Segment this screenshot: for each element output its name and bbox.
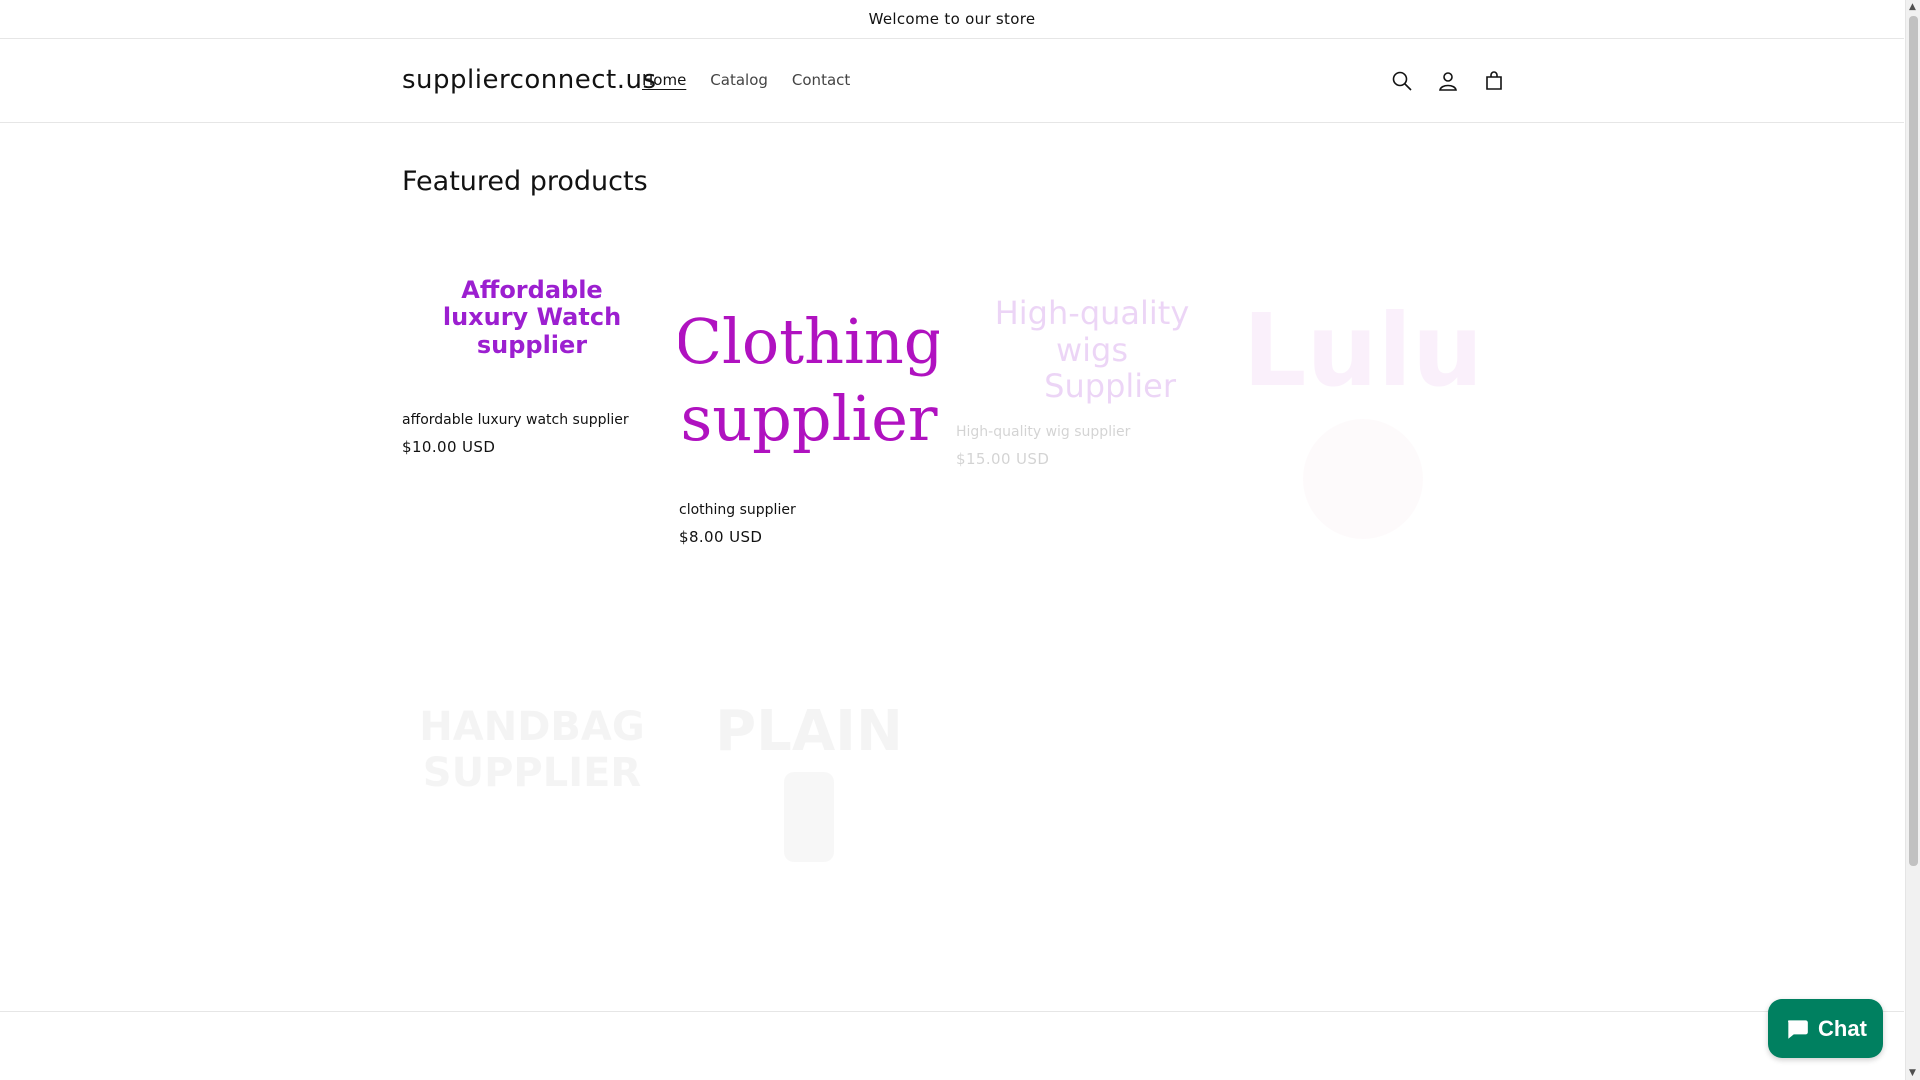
product-title[interactable]: affordable luxury watch supplier [402, 412, 662, 428]
product-image-text: High-quality wigs [994, 293, 1190, 369]
product-image[interactable]: PLAIN [679, 680, 939, 880]
product-image[interactable]: High-quality wigs Supplier [956, 280, 1216, 420]
search-icon [1392, 71, 1412, 91]
account-button[interactable] [1426, 59, 1470, 103]
scroll-up-arrow-icon[interactable]: ▲ [1909, 2, 1916, 12]
product-image[interactable]: HANDBAG SUPPLIER [402, 680, 662, 820]
nav-contact[interactable]: Contact [780, 71, 862, 89]
section-title: Featured products [402, 166, 648, 197]
store-logo[interactable]: supplierconnect.us [402, 65, 657, 95]
product-title[interactable]: clothing supplier [679, 502, 939, 518]
product-price: $8.00 USD [679, 528, 763, 546]
announcement-bar: Welcome to our store [0, 0, 1904, 39]
product-image-shape [1303, 418, 1423, 539]
product-card[interactable]: Clothing supplier clothing supplier $8.0… [679, 270, 939, 547]
product-card[interactable]: Affordable luxury Watch supplier afforda… [402, 230, 662, 456]
search-button[interactable] [1380, 59, 1424, 103]
product-card[interactable]: High-quality wigs Supplier High-quality … [956, 280, 1216, 468]
product-image-text: Lulu [1242, 291, 1484, 409]
product-image[interactable]: Lulu [1233, 280, 1493, 550]
product-image-text: Supplier [1044, 367, 1176, 406]
cart-icon [1486, 71, 1502, 90]
chat-bubble-icon [1788, 1019, 1808, 1039]
scrollbar-thumb[interactable] [1909, 16, 1918, 866]
cart-button[interactable] [1472, 59, 1516, 103]
header-icons [1380, 59, 1516, 103]
product-card[interactable]: PLAIN [679, 680, 939, 880]
nav-catalog[interactable]: Catalog [698, 71, 780, 89]
product-image[interactable]: Clothing supplier [679, 270, 939, 490]
page-scrollbar[interactable]: ▲ ▼ [1905, 0, 1920, 1080]
product-image-text: HANDBAG SUPPLIER [419, 704, 645, 796]
product-image-text: Clothing [679, 304, 939, 378]
product-card[interactable]: Lulu [1233, 280, 1493, 550]
product-card[interactable]: HANDBAG SUPPLIER [402, 680, 662, 820]
announcement-text: Welcome to our store [868, 10, 1036, 28]
scroll-down-arrow-icon[interactable]: ▼ [1909, 1068, 1916, 1078]
account-icon [1439, 72, 1457, 91]
product-image-text: Affordable luxury Watch supplier [442, 275, 622, 359]
main-nav: Home Catalog Contact [630, 71, 862, 89]
product-image[interactable]: Affordable luxury Watch supplier [402, 230, 662, 406]
chat-label: Chat [1818, 1015, 1867, 1041]
footer-divider [0, 1011, 1904, 1012]
product-image-text: PLAIN [715, 698, 903, 764]
product-image-shape [784, 771, 834, 862]
product-title[interactable]: High-quality wig supplier [956, 424, 1216, 440]
nav-home[interactable]: Home [630, 71, 698, 89]
product-price: $15.00 USD [956, 450, 1050, 468]
product-image-text: supplier [680, 382, 938, 455]
chat-button[interactable]: Chat [1768, 999, 1883, 1058]
site-header: supplierconnect.us Home Catalog Contact [0, 39, 1904, 123]
product-price: $10.00 USD [402, 438, 496, 456]
